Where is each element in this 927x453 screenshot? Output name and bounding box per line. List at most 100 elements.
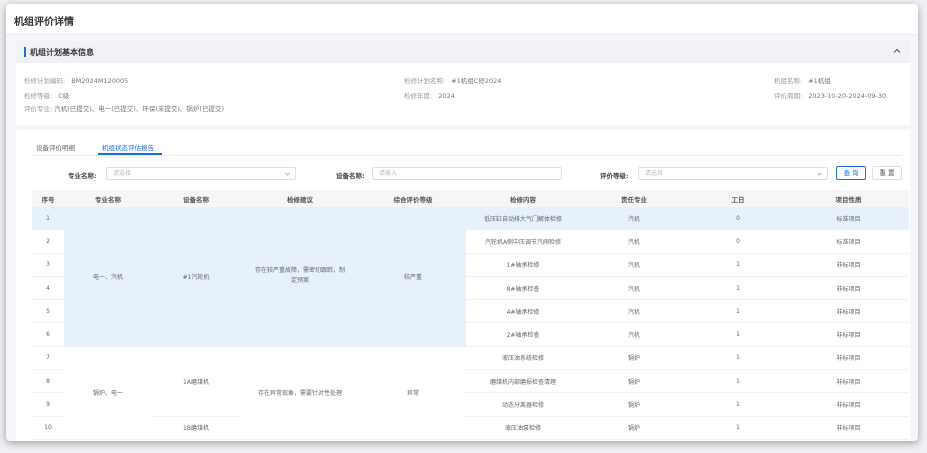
cell-resp: 汽机: [580, 322, 688, 347]
cell-resp: 锅炉: [580, 416, 688, 440]
device-input[interactable]: 请输入: [372, 167, 562, 180]
device-filter-label: 设备名称:: [336, 172, 365, 180]
page-header: 机组评价详情: [6, 4, 918, 35]
cell-nature: 非标项目: [788, 253, 909, 277]
reset-button[interactable]: 重 置: [872, 166, 902, 180]
plan-name-value: #1机组C修2024: [451, 77, 502, 85]
cell-nature: 非标项目: [788, 322, 909, 347]
plan-name-label: 检修计划名称:: [404, 77, 446, 85]
report-card: 设备评价明细 机组状态评估报告 专业名称: 请选择 设备名称: 请输入 评价等级…: [16, 130, 910, 441]
cell-grade: 较严重: [360, 207, 466, 347]
unit-name-label: 机组名称:: [774, 77, 803, 85]
col-header-resp: 责任专业: [580, 190, 688, 207]
tab-device-eval-detail[interactable]: 设备评价明细: [36, 142, 75, 152]
grade-filter-label: 评价等级:: [600, 172, 629, 180]
page-title: 机组评价详情: [14, 17, 74, 28]
report-table: 序号 专业名称 设备名称 检修建议 综合评价等级 检修内容 责任专业 工日 项目…: [32, 190, 909, 440]
col-header-suggestion: 检修建议: [240, 190, 360, 207]
cell-no: 1: [32, 207, 64, 231]
plan-no-label: 检修计划编码:: [24, 77, 66, 85]
cell-content: 汽轮机A侧中压调节汽阀检修: [466, 229, 580, 254]
cell-resp: 汽机: [580, 229, 688, 254]
cell-days: 1: [688, 346, 788, 371]
query-button[interactable]: 查 询: [836, 166, 866, 180]
table-header-row: 序号 专业名称 设备名称 检修建议 综合评价等级 检修内容 责任专业 工日 项目…: [32, 190, 909, 207]
tabs-divider: [32, 155, 902, 156]
cell-resp: 锅炉: [580, 346, 688, 371]
year-label: 检修年度:: [404, 92, 433, 100]
cell-specialty: 电一、汽机: [64, 207, 152, 347]
plan-no-field: 检修计划编码: BM2024M120005: [24, 75, 128, 85]
col-header-days: 工日: [688, 190, 788, 207]
basic-info-card: 机组计划基本信息 检修计划编码: BM2024M120005 检修计划名称: #1机…: [16, 41, 910, 125]
chevron-down-icon: [285, 172, 290, 176]
period-field: 评价周期: 2023-10-20-2024-09-30: [774, 90, 886, 100]
cell-days: 1: [688, 299, 788, 324]
period-value: 2023-10-20-2024-09-30: [808, 92, 887, 100]
cell-device-link[interactable]: #1汽轮机: [152, 207, 240, 347]
col-header-specialty: 专业名称: [64, 190, 152, 207]
cell-device-link[interactable]: 1A磨煤机: [152, 346, 240, 417]
cell-content: 液压油系统检修: [466, 346, 580, 371]
cell-no: 9: [32, 392, 64, 417]
cell-no: 2: [32, 229, 64, 254]
chevron-down-icon: [817, 172, 822, 176]
cell-days: 0: [688, 207, 788, 231]
tab-unit-status-report[interactable]: 机组状态评估报告: [102, 142, 154, 152]
section-accent-bar: [24, 47, 26, 57]
table-row[interactable]: 7 锅炉、电一 1A磨煤机 存在异常现象，需要针对性处理 异常 液压油系统检修 …: [32, 346, 909, 440]
cell-content: 1#轴承检修: [466, 253, 580, 277]
cell-days: 1: [688, 392, 788, 417]
grade-select[interactable]: 请选择: [638, 167, 828, 180]
cell-content: 2#轴承检查: [466, 322, 580, 347]
table-row[interactable]: 1 电一、汽机 #1汽轮机 存在较严重故障，需密切跟踪，制定预案 较严重 低压缸…: [32, 207, 909, 347]
cell-content: 液压油泵检修: [466, 416, 580, 440]
plan-no-value: BM2024M120005: [71, 77, 129, 85]
cell-no: 5: [32, 299, 64, 324]
col-header-content: 检修内容: [466, 190, 580, 207]
cell-content: 4#轴承检修: [466, 299, 580, 324]
chevron-up-icon[interactable]: [892, 46, 902, 56]
unit-name-field: 机组名称: #1机组: [774, 75, 831, 85]
cell-grade: 异常: [360, 346, 466, 440]
cell-nature: 非标项目: [788, 276, 909, 301]
section-title: 机组计划基本信息: [30, 48, 94, 57]
cell-specialty: 锅炉、电一: [64, 346, 152, 440]
col-header-device: 设备名称: [152, 190, 240, 207]
specialty-filter-label: 专业名称:: [68, 172, 97, 180]
cell-days: 1: [688, 322, 788, 347]
cell-no: 6: [32, 322, 64, 347]
cell-resp: 汽机: [580, 207, 688, 231]
cell-suggestion: 存在较严重故障，需密切跟踪，制定预案: [240, 207, 360, 347]
device-input-placeholder: 请输入: [379, 170, 398, 177]
window-frame: 机组评价详情 机组计划基本信息 检修计划编码: BM2024M120005 检修计…: [6, 4, 918, 441]
cell-content: 低压缸自动排大气门解体检修: [466, 207, 580, 231]
cell-nature: 非标项目: [788, 392, 909, 417]
cell-no: 7: [32, 346, 64, 371]
grade-select-placeholder: 请选择: [645, 170, 664, 177]
plan-name-field: 检修计划名称: #1机组C修2024: [404, 75, 501, 85]
cell-content: 磨煤机内部磨损检查清理: [466, 369, 580, 394]
specialty-value: 汽机(已提交)、电一(已提交)、环保(未提交)、锅炉(已提交): [54, 105, 224, 113]
cell-days: 1: [688, 276, 788, 301]
cell-nature: 非标项目: [788, 369, 909, 394]
period-label: 评价周期:: [774, 92, 803, 100]
level-field: 检修等级: C级: [24, 90, 69, 100]
cell-content: 动态分离器检修: [466, 392, 580, 417]
cell-resp: 锅炉: [580, 369, 688, 394]
cell-days: 1: [688, 416, 788, 440]
level-value: C级: [58, 92, 70, 100]
cell-nature: 非标项目: [788, 299, 909, 324]
table-row[interactable]: 10 1B磨煤机 液压油泵检修 锅炉 1 非标项目: [32, 416, 909, 440]
year-value: 2024: [438, 92, 455, 100]
specialty-field: 评价专业: 汽机(已提交)、电一(已提交)、环保(未提交)、锅炉(已提交): [24, 103, 224, 113]
col-header-nature: 项目性质: [788, 190, 909, 207]
year-field: 检修年度: 2024: [404, 90, 455, 100]
cell-nature: 标准项目: [788, 229, 909, 254]
specialty-label: 评价专业:: [24, 105, 53, 113]
cell-device-link[interactable]: 1B磨煤机: [152, 416, 240, 440]
specialty-select[interactable]: 请选择: [106, 167, 296, 180]
basic-info-header[interactable]: 机组计划基本信息: [16, 41, 910, 63]
level-label: 检修等级:: [24, 92, 53, 100]
col-header-no: 序号: [32, 190, 64, 207]
